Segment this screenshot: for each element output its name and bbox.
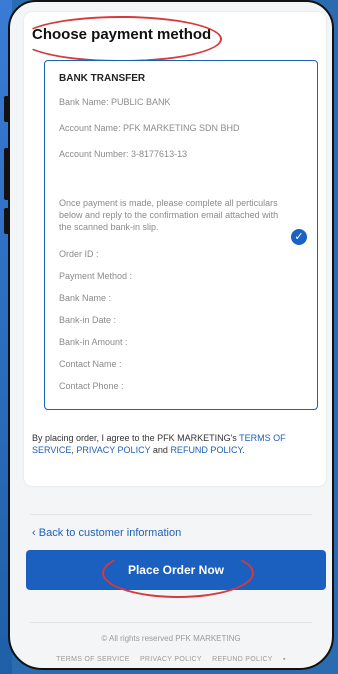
- legal-text: By placing order, I agree to the PFK MAR…: [32, 432, 312, 456]
- copyright: © All rights reserved PFK MARKETING: [101, 634, 241, 643]
- field-bank-name: Bank Name :: [59, 293, 112, 303]
- refund-link[interactable]: REFUND POLICY: [170, 445, 242, 455]
- option-heading: BANK TRANSFER: [59, 73, 146, 84]
- chevron-left-icon: ‹: [32, 527, 39, 539]
- phone-frame: Choose payment method BANK TRANSFER Bank…: [8, 0, 334, 670]
- legal-and: and: [150, 445, 171, 455]
- account-name: Account Name: PFK MARKETING SDN BHD: [59, 123, 240, 133]
- annotation-circle-button: [102, 548, 254, 598]
- field-bankin-amount: Bank-in Amount :: [59, 337, 128, 347]
- divider: [30, 514, 312, 515]
- field-bankin-date: Bank-in Date :: [59, 315, 117, 325]
- field-payment-method: Payment Method :: [59, 271, 133, 281]
- back-label: Back to customer information: [38, 527, 182, 539]
- footer-links: TERMS OF SERVICE PRIVACY POLICY REFUND P…: [10, 656, 332, 663]
- lock-icon: ▪: [283, 656, 286, 663]
- field-contact-phone: Contact Phone :: [59, 381, 124, 391]
- legal-suffix: .: [242, 445, 245, 455]
- bank-transfer-option[interactable]: BANK TRANSFER Bank Name: PUBLIC BANK Acc…: [44, 60, 318, 410]
- field-order-id: Order ID :: [59, 249, 99, 259]
- privacy-link[interactable]: PRIVACY POLICY: [76, 445, 150, 455]
- field-contact-name: Contact Name :: [59, 359, 122, 369]
- legal-prefix: By placing order, I agree to the PFK MAR…: [32, 433, 240, 443]
- annotation-circle-title: [20, 16, 222, 62]
- footer-refund-link[interactable]: REFUND POLICY: [212, 656, 273, 663]
- footer-privacy-link[interactable]: PRIVACY POLICY: [140, 656, 202, 663]
- divider: [30, 622, 312, 623]
- account-number: Account Number: 3-8177613-13: [59, 149, 188, 159]
- back-link[interactable]: ‹ Back to customer information: [32, 527, 181, 539]
- selected-check-icon: ✓: [291, 229, 307, 245]
- instructions: Once payment is made, please complete al…: [59, 198, 279, 232]
- footer-terms-link[interactable]: TERMS OF SERVICE: [56, 656, 130, 663]
- bank-name: Bank Name: PUBLIC BANK: [59, 97, 171, 107]
